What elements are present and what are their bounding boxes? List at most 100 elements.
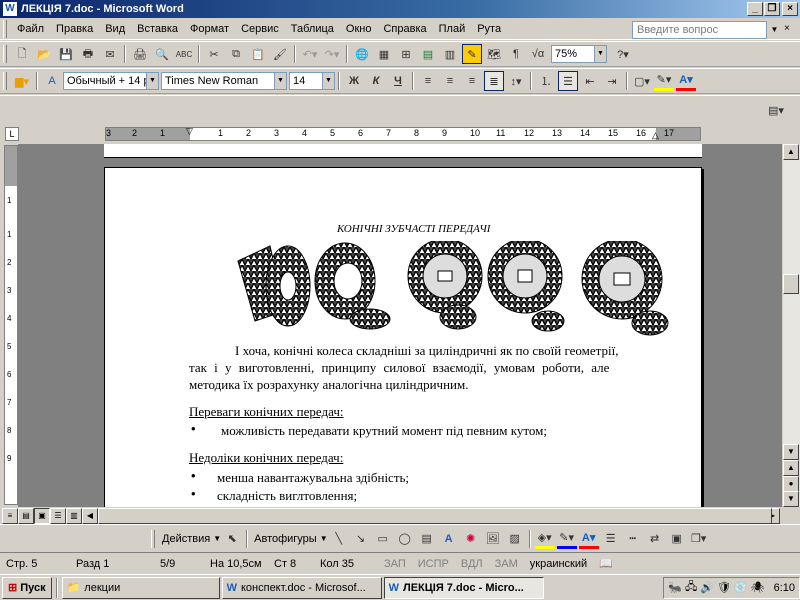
menu-close-doc-icon[interactable]: ×	[784, 23, 790, 34]
cut-icon[interactable]: ✂	[204, 44, 224, 64]
spelling-status-icon[interactable]: 📖	[593, 557, 619, 570]
numbering-icon[interactable]: ⒈	[536, 71, 556, 91]
highlight-icon[interactable]: ✎▾	[654, 71, 674, 91]
hscroll-thumb[interactable]	[98, 507, 772, 524]
word-doc-icon[interactable]: W	[3, 2, 17, 16]
styles-formatting-icon[interactable]: A	[42, 71, 62, 91]
arrow-style-icon[interactable]: ⇄	[645, 529, 665, 549]
line-style-icon[interactable]: ☰	[601, 529, 621, 549]
task-lecture7[interactable]: W ЛЕКЦІЯ 7.doc - Micro...	[383, 576, 544, 599]
columns-icon[interactable]: ▥	[440, 44, 460, 64]
first-line-indent-marker[interactable]: ▽	[186, 128, 193, 137]
task-folder[interactable]: 📁 лекции	[61, 576, 220, 599]
line-icon[interactable]: ╲	[329, 529, 349, 549]
menu-view[interactable]: Вид	[99, 23, 131, 35]
right-indent-marker[interactable]: △	[652, 130, 659, 140]
bold-button[interactable]: Ж	[344, 71, 364, 91]
outline-view-icon[interactable]: ☰	[50, 507, 66, 524]
email-icon[interactable]: ✉	[100, 44, 120, 64]
font-select[interactable]: Times New Roman ▼	[161, 72, 287, 90]
scroll-thumb[interactable]	[783, 274, 799, 294]
open-icon[interactable]: 📂	[34, 44, 54, 64]
align-center-icon[interactable]: ≡	[440, 71, 460, 91]
wordart-icon[interactable]: A	[439, 529, 459, 549]
style-select[interactable]: Обычный + 14 р ▼	[63, 72, 159, 90]
zoom-select[interactable]: 75% ▼	[551, 45, 607, 63]
scroll-left-icon[interactable]: ◀	[82, 507, 98, 524]
save-icon[interactable]: 💾	[56, 44, 76, 64]
show-hide-icon[interactable]: ¶	[506, 44, 526, 64]
help-icon[interactable]: ?▾	[613, 44, 633, 64]
menu-format[interactable]: Формат	[184, 23, 235, 35]
task-konspekt[interactable]: W конспект.doc - Microsof...	[221, 576, 382, 599]
permission-icon[interactable]: 🖶	[78, 44, 98, 64]
tray-bug-icon[interactable]: 🕷	[751, 581, 765, 594]
paste-icon[interactable]: 📋	[248, 44, 268, 64]
oval-icon[interactable]: ◯	[395, 529, 415, 549]
minimize-button[interactable]: _	[747, 2, 763, 16]
chevron-down-icon[interactable]: ▼	[274, 73, 286, 89]
status-rec[interactable]: ЗАП	[378, 558, 412, 570]
fill-color-icon[interactable]: ◈▾	[534, 529, 555, 549]
hscroll-track[interactable]	[98, 507, 772, 524]
borders-icon[interactable]: ▢▾	[632, 71, 652, 91]
scroll-up-icon[interactable]: ▲	[783, 144, 799, 160]
menu-file[interactable]: Файл	[11, 23, 50, 35]
justify-icon[interactable]: ≣	[484, 71, 504, 91]
tray-disk-icon[interactable]: 💿	[734, 581, 748, 594]
help-dropdown-button[interactable]: ▼	[766, 21, 782, 39]
italic-button[interactable]: К	[366, 71, 386, 91]
undo-icon[interactable]: ↶▾	[300, 44, 320, 64]
chevron-down-icon[interactable]: ▼	[146, 73, 158, 89]
3d-icon[interactable]: ❒▾	[689, 529, 709, 549]
tray-network-icon[interactable]: 🖧	[685, 578, 697, 597]
toolbar-grip[interactable]	[151, 529, 155, 548]
dash-style-icon[interactable]: ┅	[623, 529, 643, 549]
vertical-ruler[interactable]: 1 1 2 3 4 5 6 7 8 9	[4, 145, 18, 505]
line-color-icon[interactable]: ✎▾	[556, 529, 577, 549]
reading-view-icon[interactable]: ▥	[66, 507, 82, 524]
page[interactable]: КОНІЧНІ ЗУБЧАСТІ ПЕРЕДАЧІ І хоча, конічн…	[104, 167, 702, 507]
styles-pane-icon[interactable]: ▆▾	[12, 71, 32, 91]
status-trk[interactable]: ИСПР	[412, 558, 455, 570]
menu-table[interactable]: Таблица	[285, 23, 340, 35]
menu-edit[interactable]: Правка	[50, 23, 99, 35]
help-search-input[interactable]: Введите вопрос	[632, 21, 782, 39]
tables-borders-icon[interactable]: ▦	[374, 44, 394, 64]
equation-icon[interactable]: √α	[528, 44, 548, 64]
toolbar-grip[interactable]	[3, 45, 7, 63]
increase-indent-icon[interactable]: ⇥	[602, 71, 622, 91]
textbox-icon[interactable]: ▤	[417, 529, 437, 549]
menu-help[interactable]: Справка	[377, 23, 432, 35]
line-spacing-icon[interactable]: ↕▾	[506, 71, 526, 91]
status-ovr[interactable]: ЗАМ	[489, 558, 524, 570]
align-right-icon[interactable]: ≡	[462, 71, 482, 91]
actions-menu[interactable]: Действия	[159, 533, 213, 545]
tab-selector-icon[interactable]: L	[5, 127, 19, 141]
chevron-down-icon[interactable]: ▼	[594, 46, 606, 62]
redo-icon[interactable]: ↷▾	[322, 44, 342, 64]
close-button[interactable]: ×	[782, 2, 798, 16]
rectangle-icon[interactable]: ▭	[373, 529, 393, 549]
clock[interactable]: 6:10	[774, 582, 795, 594]
prev-page-icon[interactable]: ▲	[783, 460, 799, 476]
font-color-icon[interactable]: A▾	[676, 71, 696, 91]
menu-tools[interactable]: Сервис	[235, 23, 285, 35]
reading-layout-icon[interactable]: ▤▾	[766, 100, 786, 120]
browse-object-icon[interactable]: ●	[783, 476, 799, 492]
align-left-icon[interactable]: ≡	[418, 71, 438, 91]
shadow-icon[interactable]: ▣	[667, 529, 687, 549]
menu-insert[interactable]: Вставка	[131, 23, 184, 35]
copy-icon[interactable]: ⧉	[226, 44, 246, 64]
print-preview-icon[interactable]: 🔍	[152, 44, 172, 64]
format-painter-icon[interactable]: 🖌	[270, 44, 290, 64]
menu-grip[interactable]	[3, 19, 7, 38]
normal-view-icon[interactable]: ≡	[2, 507, 18, 524]
clipart-icon[interactable]: 🖼	[483, 529, 503, 549]
spelling-icon[interactable]: ABC	[174, 44, 194, 64]
web-view-icon[interactable]: ▤	[18, 507, 34, 524]
scroll-down-icon[interactable]: ▼	[783, 444, 799, 460]
arrow-icon[interactable]: ↘	[351, 529, 371, 549]
font-size-select[interactable]: 14 ▼	[289, 72, 335, 90]
horizontal-ruler[interactable]: 3 2 1 1 2 3 4 5 6 7 8 9 10 11 12 13 14 1…	[105, 127, 701, 141]
